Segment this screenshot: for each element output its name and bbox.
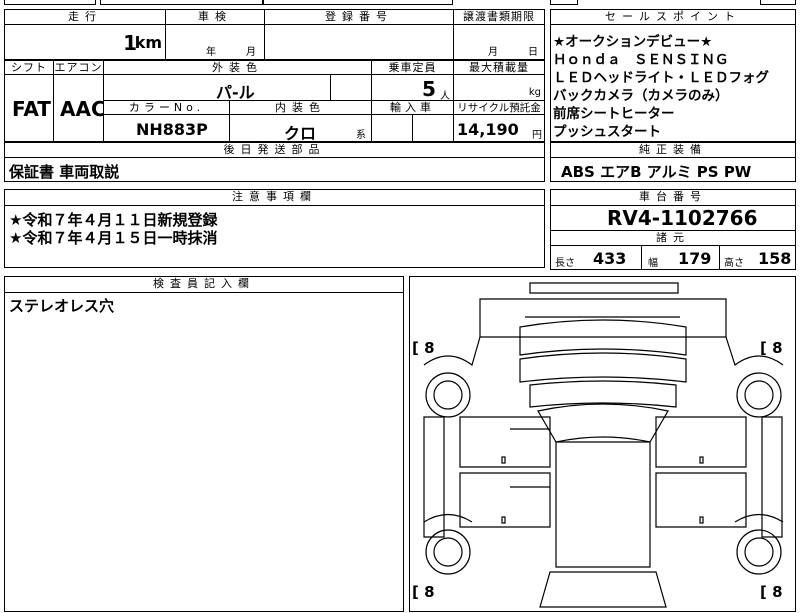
recycle-unit: 円: [532, 130, 542, 141]
import-header: 輸入車: [371, 100, 454, 115]
top-partial-cell-1: [4, 0, 96, 5]
selling-point-6: プッシュスタート: [553, 124, 661, 140]
color-no-cell: NH883P: [103, 114, 230, 142]
wheel-front-left: [425, 372, 471, 418]
selling-points-header: セールスポイント: [550, 9, 796, 25]
rear-window: [539, 571, 667, 608]
shift-value: FAT: [12, 97, 51, 121]
import-cell-left: [371, 114, 413, 142]
interior-color-header: 内装色: [229, 100, 372, 115]
interior-color-value: クロ: [284, 124, 317, 143]
standard-equipment-header: 純正装備: [550, 142, 796, 158]
color-no-value: NH883P: [136, 120, 208, 139]
registration-header: 登録番号: [264, 9, 454, 25]
inspection-month-label: 月: [246, 47, 256, 58]
max-load-header: 最大積載量: [453, 60, 545, 75]
car-diagram-frame: [ 8 [ 8 [ 8 [ 8: [409, 276, 796, 612]
color-no-header: カラーNo.: [103, 100, 230, 115]
chassis-value: RV4-1102766: [607, 206, 758, 230]
chassis-header: 車台番号: [550, 189, 796, 206]
mileage-unit: km: [134, 33, 162, 52]
front-edge: [529, 282, 679, 294]
spec-width-cell: 幅 179: [641, 245, 720, 270]
note-line-2: ★令和７年４月１５日一時抹消: [9, 229, 218, 247]
exterior-color-extra-cell: [330, 74, 372, 101]
transfer-deadline-header: 譲渡書類期限: [453, 9, 545, 25]
selling-points-box: ★オークションデビュー★ Ｈｏｎｄａ ＳＥＮＳＩＮＧ ＬＥＤヘッドライト・ＬＥＤ…: [550, 24, 796, 142]
inspector-value: ステレオレス穴: [9, 297, 115, 315]
wheel-front-right: [736, 372, 782, 418]
notes-cell: ★令和７年４月１１日新規登録 ★令和７年４月１５日一時抹消: [4, 205, 545, 268]
interior-color-cell: クロ 系: [229, 114, 372, 143]
windshield: [537, 403, 669, 443]
car-diagram-svg: [423, 282, 784, 608]
selling-point-2: Ｈｏｎｄａ ＳＥＮＳＩＮＧ: [553, 52, 729, 68]
selling-point-4: バックカメラ（カメラのみ）: [553, 88, 729, 104]
transfer-deadline-cell: 月 日: [453, 24, 545, 60]
spec-length-cell: 長さ 433: [550, 245, 642, 270]
aircon-value: AAC: [60, 97, 106, 121]
top-partial-cell-5: [760, 0, 796, 5]
standard-equipment-cell: ABS エアB アルミ PS PW: [550, 157, 796, 182]
transfer-month-label: 月: [488, 47, 498, 58]
wheel-rear-right: [736, 529, 782, 575]
specs-header: 諸元: [550, 230, 796, 246]
top-partial-cell-3: [263, 0, 453, 5]
inspection-cell: 年 月: [165, 24, 265, 60]
right-front-door: [655, 416, 747, 468]
selling-point-1: ★オークションデビュー★: [553, 34, 713, 50]
mileage-cell: 1 km: [4, 24, 166, 60]
tire-label-front-right: [ 8: [760, 339, 783, 357]
selling-point-5: 前席シートヒーター: [553, 106, 675, 122]
spec-height-label: 高さ: [724, 258, 744, 269]
roof: [555, 441, 651, 568]
tire-label-rear-left: [ 8: [412, 583, 435, 601]
tire-label-rear-right: [ 8: [760, 583, 783, 601]
front-bumper: [479, 298, 727, 338]
transfer-day-label: 日: [528, 47, 538, 58]
exterior-color-header: 外装色: [103, 60, 372, 75]
aircon-header: エアコン: [53, 60, 104, 75]
aircon-cell: AAC: [53, 74, 106, 142]
standard-equipment-value: ABS エアB アルミ PS PW: [561, 163, 752, 181]
later-parts-header: 後日発送部品: [4, 142, 545, 158]
tire-label-front-left: [ 8: [412, 339, 435, 357]
capacity-header: 乗車定員: [371, 60, 454, 75]
interior-color-suffix: 系: [356, 130, 366, 141]
selling-point-3: ＬＥＤヘッドライト・ＬＥＤフォグ: [553, 70, 769, 86]
max-load-cell: kg: [453, 74, 545, 101]
registration-cell: [264, 24, 454, 60]
mileage-header: 走行: [4, 9, 166, 25]
notes-header: 注意事項欄: [4, 189, 545, 206]
spec-height-cell: 高さ 158: [719, 245, 796, 270]
shift-cell: FAT: [4, 74, 54, 142]
spec-width-value: 179: [678, 249, 712, 268]
spec-length-label: 長さ: [555, 258, 575, 269]
top-partial-cell-2: [100, 0, 263, 5]
recycle-value: 14,190: [457, 120, 519, 139]
right-rear-door: [655, 472, 747, 528]
max-load-unit: kg: [528, 87, 541, 98]
inspector-header: 検査員記入欄: [4, 276, 404, 293]
inspection-header: 車検: [165, 9, 265, 25]
capacity-value: 5: [422, 77, 436, 101]
inspection-year-label: 年: [206, 47, 216, 58]
exterior-color-cell: パ-ル: [103, 74, 331, 102]
chassis-cell: RV4-1102766: [550, 205, 796, 231]
top-partial-cell-4: [550, 0, 578, 5]
later-parts-value: 保証書 車両取説: [9, 163, 120, 181]
recycle-header: リサイクル預託金: [453, 100, 545, 115]
shift-header: シフト: [4, 60, 54, 75]
capacity-cell: 5 人: [371, 74, 454, 102]
recycle-cell: 14,190 円: [453, 114, 545, 142]
inspector-cell: ステレオレス穴: [4, 292, 404, 612]
import-cell-right: [412, 114, 454, 142]
spec-height-value: 158: [758, 249, 792, 268]
later-parts-cell: 保証書 車両取説: [4, 157, 545, 182]
spec-width-label: 幅: [648, 258, 658, 269]
wheel-rear-left: [425, 529, 471, 575]
spec-length-value: 433: [593, 249, 627, 268]
